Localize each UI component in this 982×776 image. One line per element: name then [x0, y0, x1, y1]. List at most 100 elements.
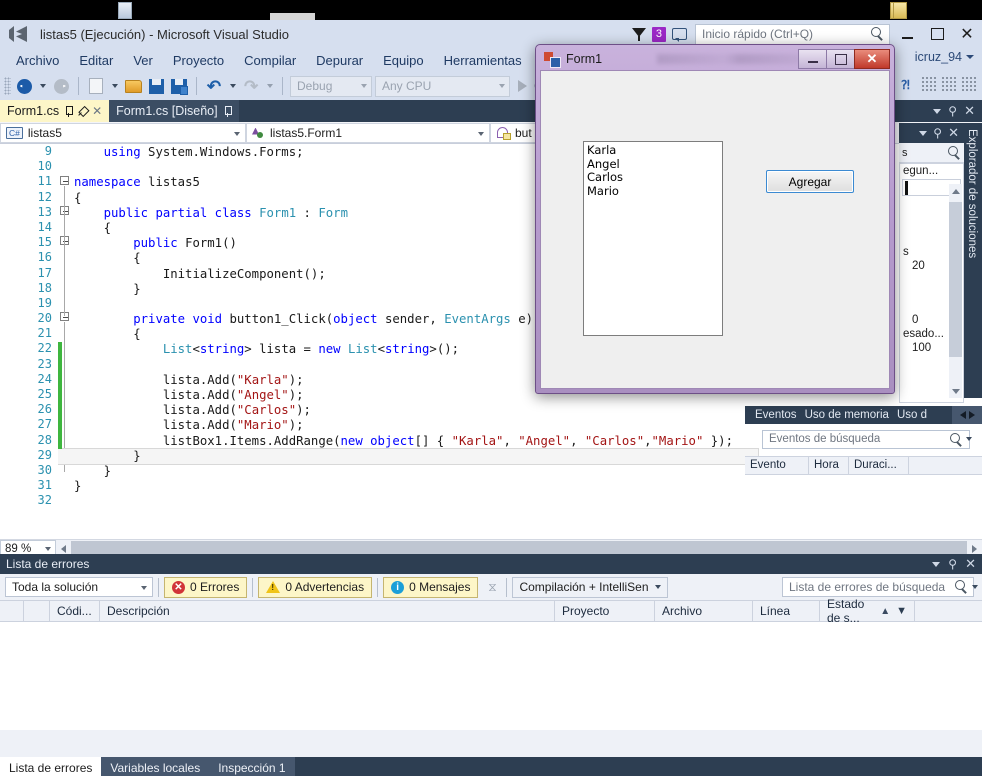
- indent-icon[interactable]: ⁈: [901, 76, 916, 92]
- pin-icon[interactable]: [223, 105, 232, 117]
- right-panel-scrollbar[interactable]: [949, 184, 962, 398]
- undo-icon[interactable]: ↶: [204, 76, 224, 96]
- column-evento[interactable]: Evento: [745, 457, 809, 474]
- scroll-right-arrow-icon[interactable]: [968, 411, 975, 419]
- zoom-in-icon[interactable]: [948, 146, 961, 159]
- column-estado[interactable]: Estado de s... ▲ ▼: [820, 597, 915, 625]
- column-codigo[interactable]: Códi...: [50, 601, 100, 621]
- maximize-button[interactable]: [922, 20, 952, 48]
- form1-maximize-button[interactable]: [826, 49, 855, 69]
- scroll-left-arrow-icon[interactable]: [959, 411, 966, 419]
- chevron-down-icon[interactable]: [966, 437, 972, 441]
- chevron-down-icon[interactable]: [972, 585, 978, 589]
- chevron-down-icon[interactable]: [932, 561, 941, 567]
- decrease-indent-icon[interactable]: [921, 76, 936, 92]
- tab-form1-cs-design[interactable]: Form1.cs [Diseño]: [109, 100, 239, 122]
- sidebar-tab-solution-explorer[interactable]: Explorador de soluciones: [964, 123, 982, 398]
- column-blank-1[interactable]: [0, 601, 24, 621]
- feedback-icon[interactable]: [672, 27, 689, 42]
- code-line[interactable]: }: [58, 447, 759, 465]
- chevron-down-icon[interactable]: [919, 130, 928, 136]
- code-line[interactable]: [74, 494, 982, 509]
- new-item-dropdown-icon[interactable]: [109, 76, 120, 96]
- list-item[interactable]: Carlos: [587, 170, 722, 185]
- pin-icon[interactable]: [64, 105, 74, 117]
- column-proyecto[interactable]: Proyecto: [555, 601, 655, 621]
- tab-variables-locales[interactable]: Variables locales: [101, 757, 210, 776]
- diagnostics-search-input[interactable]: Eventos de búsqueda: [762, 430, 970, 449]
- menu-item-compilar[interactable]: Compilar: [234, 51, 306, 70]
- close-icon[interactable]: ✕: [948, 125, 959, 141]
- diagnostics-search-icon[interactable]: [950, 433, 963, 451]
- form1-dialog[interactable]: Form1 ✕ Karla Angel Carlos Mario Agregar: [535, 44, 895, 394]
- form1-minimize-button[interactable]: [798, 49, 827, 69]
- navigate-backward-dropdown-icon[interactable]: [37, 76, 48, 96]
- column-hora[interactable]: Hora: [809, 457, 849, 474]
- minimize-button[interactable]: [892, 20, 922, 48]
- pin-icon[interactable]: ⚲: [948, 557, 957, 571]
- solution-platform-combo[interactable]: Any CPU: [375, 75, 510, 97]
- scroll-down-arrow-icon[interactable]: [949, 384, 962, 398]
- search-icon[interactable]: [955, 580, 968, 598]
- continue-play-icon[interactable]: [513, 76, 531, 96]
- menu-item-depurar[interactable]: Depurar: [306, 51, 373, 70]
- filter-icon[interactable]: ▼: [896, 605, 907, 617]
- toolbar-grip[interactable]: [4, 77, 11, 95]
- navigate-forward-icon[interactable]: [51, 76, 71, 96]
- diagnostics-tab-scroll[interactable]: [952, 406, 982, 424]
- menu-item-proyecto[interactable]: Proyecto: [163, 51, 234, 70]
- warnings-toggle[interactable]: 0 Advertencias: [258, 576, 373, 598]
- save-icon[interactable]: [146, 76, 166, 96]
- column-descripcion[interactable]: Descripción: [100, 601, 555, 621]
- type-dropdown[interactable]: listas5.Form1: [246, 122, 490, 143]
- scope-dropdown[interactable]: Toda la solución: [5, 577, 153, 597]
- redo-dropdown-icon[interactable]: [264, 76, 275, 96]
- new-item-icon[interactable]: [86, 76, 106, 96]
- errors-toggle[interactable]: ✕ 0 Errores: [164, 576, 248, 598]
- column-archivo[interactable]: Archivo: [655, 601, 753, 621]
- pin-icon[interactable]: ⚲: [933, 126, 942, 140]
- list-item[interactable]: Karla: [587, 143, 722, 158]
- unpin-icon[interactable]: [76, 104, 90, 118]
- tab-inspeccion-1[interactable]: Inspección 1: [209, 757, 295, 776]
- menu-item-ver[interactable]: Ver: [123, 51, 163, 70]
- close-button[interactable]: ✕: [952, 20, 982, 48]
- tab-uso-de-memoria[interactable]: Uso de memoria: [805, 409, 889, 421]
- increase-indent-icon[interactable]: [941, 76, 956, 92]
- notification-count-badge[interactable]: 3: [651, 27, 666, 42]
- toolbar-overflow-icon[interactable]: [961, 76, 976, 92]
- chevron-down-icon[interactable]: [933, 108, 942, 114]
- column-duracion[interactable]: Duraci...: [849, 457, 909, 474]
- form1-close-button[interactable]: ✕: [854, 49, 890, 69]
- tab-lista-de-errores[interactable]: Lista de errores: [0, 757, 102, 776]
- tab-eventos[interactable]: Eventos: [755, 409, 797, 421]
- listbox1[interactable]: Karla Angel Carlos Mario: [583, 141, 723, 336]
- navigate-backward-icon[interactable]: [14, 76, 34, 96]
- save-all-icon[interactable]: [169, 76, 189, 96]
- tab-form1-cs[interactable]: Form1.cs ✕: [0, 100, 110, 122]
- menu-item-archivo[interactable]: Archivo: [6, 51, 69, 70]
- pin-icon[interactable]: ⚲: [948, 104, 957, 118]
- list-item[interactable]: Angel: [587, 157, 722, 172]
- scrollbar-thumb[interactable]: [949, 202, 962, 357]
- error-list-body[interactable]: [0, 622, 982, 730]
- solution-configuration-combo[interactable]: Debug: [290, 75, 372, 97]
- menu-item-herramientas[interactable]: Herramientas: [434, 51, 532, 70]
- build-filter-dropdown[interactable]: Compilación + IntelliSen: [512, 576, 668, 598]
- code-line[interactable]: }: [74, 479, 982, 494]
- tab-uso-d[interactable]: Uso d: [897, 409, 927, 421]
- menu-item-editar[interactable]: Editar: [69, 51, 123, 70]
- close-icon[interactable]: ✕: [965, 556, 976, 572]
- search-icon[interactable]: [871, 27, 885, 41]
- right-tool-window-body[interactable]: egun... s 20 0 esado... 100: [899, 163, 964, 403]
- scroll-up-arrow-icon[interactable]: [949, 184, 962, 198]
- quick-launch-input[interactable]: Inicio rápido (Ctrl+Q): [695, 24, 890, 45]
- notifications-funnel-icon[interactable]: [631, 28, 646, 41]
- desktop-icon-document[interactable]: [118, 2, 136, 19]
- clear-filter-icon[interactable]: ⧖: [483, 579, 501, 595]
- desktop-icon-folder2[interactable]: [893, 2, 911, 19]
- column-linea[interactable]: Línea: [753, 601, 820, 621]
- close-icon[interactable]: ✕: [964, 103, 975, 119]
- close-icon[interactable]: ✕: [92, 104, 102, 118]
- error-search-input[interactable]: Lista de errores de búsqueda: [782, 577, 974, 597]
